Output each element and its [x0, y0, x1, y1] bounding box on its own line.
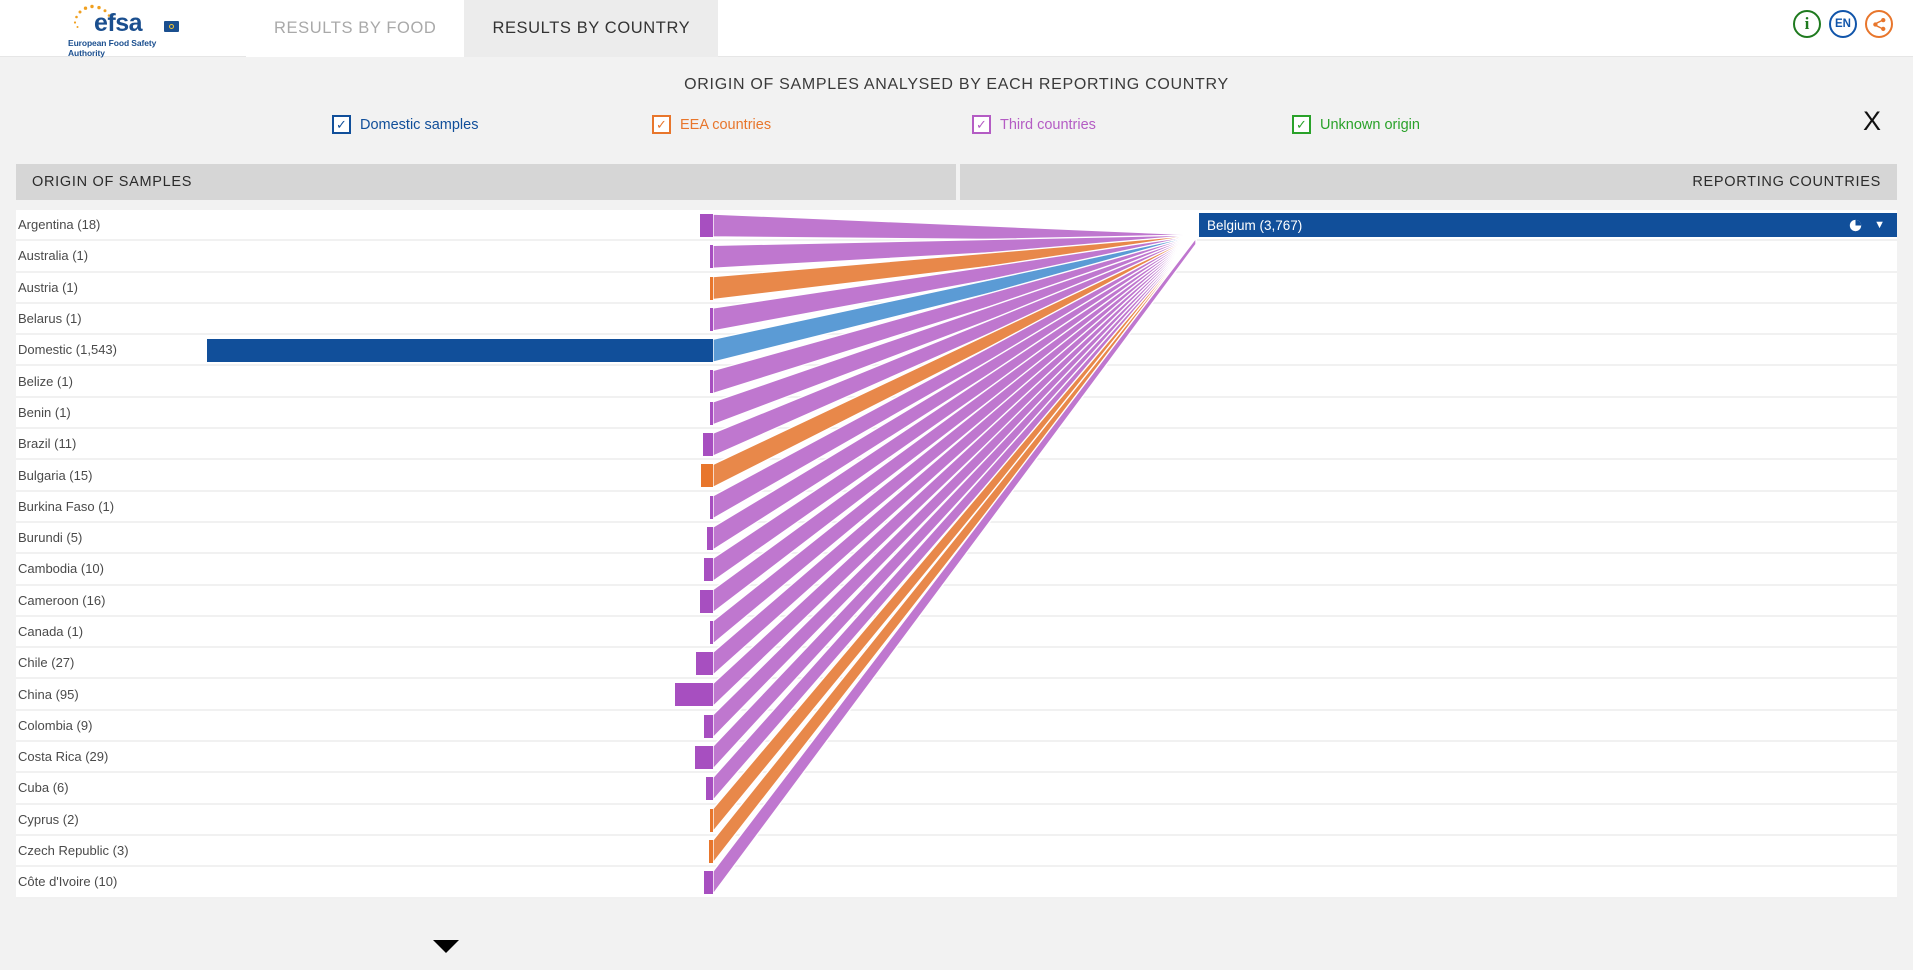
top-bar: efsa European Food Safety Authority RESU… [0, 0, 1913, 58]
reporting-country-actions: ▼ [1849, 219, 1897, 232]
origin-row-label: Chile (27) [18, 655, 75, 671]
legend-label-3: Unknown origin [1320, 116, 1420, 133]
origin-row-label: Austria (1) [18, 279, 78, 295]
origin-row-label: Cameroon (16) [18, 592, 106, 608]
origin-row-label: Costa Rica (29) [18, 749, 109, 765]
origin-row-label: Cyprus (2) [18, 811, 79, 827]
origin-row-label: Bulgaria (15) [18, 467, 93, 483]
legend-checkbox-0[interactable]: ✓ [332, 115, 351, 134]
origin-row-bar[interactable] [699, 214, 713, 237]
chevron-down-icon[interactable]: ▼ [1874, 219, 1885, 231]
origin-row-bar[interactable] [703, 871, 713, 895]
origin-row-bar[interactable] [703, 558, 713, 582]
reporting-country-label: Belgium (3,767) [1207, 217, 1303, 233]
origin-row-label: Colombia (9) [18, 717, 93, 733]
legend-item-0[interactable]: ✓ Domestic samples [332, 115, 478, 134]
origin-row-label: Czech Republic (3) [18, 843, 129, 859]
origin-row-bar[interactable] [675, 683, 713, 707]
origin-row-bar[interactable] [700, 589, 713, 613]
origin-row-bar[interactable] [694, 746, 713, 770]
origin-row-bar[interactable] [700, 464, 713, 488]
info-icon[interactable]: i [1793, 10, 1821, 38]
origin-row-bar[interactable] [710, 495, 713, 519]
legend-checkbox-3[interactable]: ✓ [1292, 115, 1311, 134]
reporting-country-bar-belgium[interactable]: Belgium (3,767) ▼ [1199, 213, 1897, 237]
legend-label-1: EEA countries [680, 116, 772, 133]
origin-row-label: Burkina Faso (1) [18, 498, 115, 514]
legend-checkbox-1[interactable]: ✓ [652, 115, 671, 134]
tab-results-by-country[interactable]: RESULTS BY COUNTRY [464, 0, 719, 57]
origin-row-label: Burundi (5) [18, 530, 83, 546]
sankey-ribbons [712, 213, 1197, 897]
origin-row-label: Cambodia (10) [18, 561, 104, 577]
sankey-plot: Argentina (18) Australia (1) Austria (1) Be… [0, 210, 1913, 910]
origin-row-label: Belize (1) [18, 373, 73, 389]
column-header-reporting: REPORTING COUNTRIES [960, 164, 1897, 200]
origin-row-label: Argentina (18) [18, 217, 101, 233]
top-icon-group: i EN [1793, 10, 1893, 38]
share-icon[interactable] [1865, 10, 1893, 38]
main-tabs: RESULTS BY FOOD RESULTS BY COUNTRY [246, 0, 719, 57]
origin-row-bar[interactable] [703, 433, 713, 457]
origin-row-bar[interactable] [207, 339, 713, 363]
origin-row-bar[interactable] [710, 245, 713, 269]
tab-results-by-food[interactable]: RESULTS BY FOOD [246, 0, 465, 57]
origin-row-label: Domestic (1,543) [18, 342, 117, 358]
origin-row-bar[interactable] [710, 401, 713, 425]
origin-row-label: China (95) [18, 686, 79, 702]
origin-row-bar[interactable] [704, 714, 713, 738]
dashboard-root: efsa European Food Safety Authority RESU… [0, 0, 1913, 970]
origin-row-bar[interactable] [710, 620, 713, 644]
legend-item-2[interactable]: ✓ Third countries [972, 115, 1096, 134]
column-header-origin: ORIGIN OF SAMPLES [16, 164, 956, 200]
origin-row-bar[interactable] [710, 370, 713, 394]
origin-row-bar[interactable] [695, 652, 713, 676]
origin-row-bar[interactable] [706, 777, 713, 801]
close-button[interactable]: X [1863, 108, 1881, 135]
share-glyph [1872, 17, 1885, 31]
origin-row-bar[interactable] [710, 276, 713, 300]
origin-row-bar[interactable] [709, 808, 713, 832]
origin-row-label: Australia (1) [18, 248, 89, 264]
origin-row-label: Canada (1) [18, 624, 84, 639]
origin-row-bar[interactable] [710, 307, 713, 331]
origin-row-label: Benin (1) [18, 404, 71, 420]
pie-chart-icon[interactable] [1849, 219, 1862, 232]
scroll-down-arrow[interactable] [433, 940, 459, 953]
origin-row-bar[interactable] [706, 526, 713, 550]
eu-flag-icon [164, 21, 179, 32]
legend-item-3[interactable]: ✓ Unknown origin [1292, 115, 1420, 134]
legend-label-0: Domestic samples [360, 116, 479, 133]
legend: ✓ Domestic samples ✓ EEA countries ✓ Third co… [0, 115, 1913, 149]
origin-row-label: Côte d'Ivoire (10) [18, 874, 118, 890]
legend-checkbox-2[interactable]: ✓ [972, 115, 991, 134]
legend-item-1[interactable]: ✓ EEA countries [652, 115, 771, 134]
origin-row-bar[interactable] [708, 839, 713, 863]
origin-row-label: Belarus (1) [18, 311, 82, 327]
origin-row-label: Brazil (11) [18, 436, 77, 452]
language-icon[interactable]: EN [1829, 10, 1857, 38]
page-title: ORIGIN OF SAMPLES ANALYSED BY EACH REPOR… [684, 76, 1229, 93]
efsa-logo: efsa European Food Safety Authority [68, 3, 179, 58]
logo-wordmark: efsa [94, 9, 143, 37]
legend-label-2: Third countries [1000, 116, 1096, 133]
origin-row-label: Cuba (6) [18, 780, 69, 796]
logo-subtitle: European Food Safety Authority [68, 38, 157, 58]
